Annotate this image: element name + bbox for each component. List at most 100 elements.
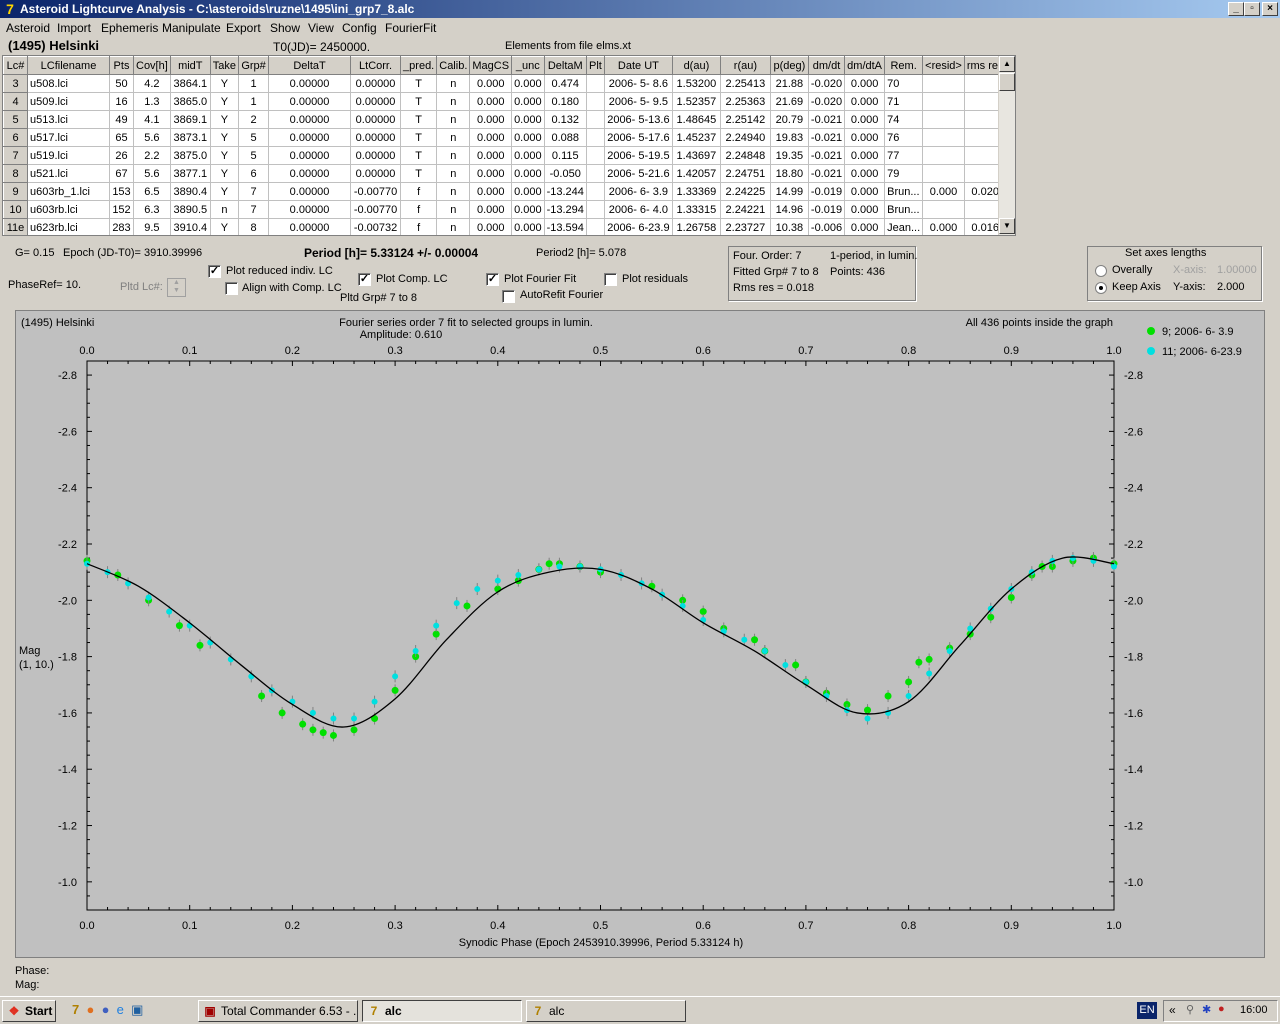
table-cell[interactable]: 7 — [238, 200, 270, 219]
ie-icon[interactable]: e — [117, 1002, 124, 1017]
plot-fourier-checkbox[interactable]: ✓ — [486, 273, 499, 286]
table-cell[interactable]: 14.96 — [770, 200, 809, 219]
table-cell[interactable]: 0.000 — [469, 182, 513, 201]
table-cell[interactable]: 0.000 — [922, 218, 965, 235]
table-cell[interactable]: u509.lci — [27, 92, 110, 111]
table-cell[interactable]: n — [436, 164, 471, 183]
table-cell[interactable]: 3865.0 — [170, 92, 211, 111]
table-cell[interactable]: -0.021 — [808, 110, 846, 129]
table-row[interactable]: 10 u603rb.lci 152 6.3 3890.5 n 7 0.00000 -0.0077… — [3, 200, 1007, 219]
column-header[interactable]: MagCS — [469, 56, 513, 75]
row-header[interactable]: 7 — [3, 146, 28, 165]
table-cell[interactable]: 0.000 — [511, 146, 545, 165]
row-header[interactable]: 11e — [3, 218, 28, 235]
table-cell[interactable]: n — [436, 182, 471, 201]
table-cell[interactable]: 0.000 — [844, 110, 886, 129]
table-cell[interactable]: T — [400, 74, 438, 93]
table-cell[interactable]: 2006- 5- 9.5 — [604, 92, 673, 111]
table-cell[interactable]: 70 — [884, 74, 924, 93]
tray-bluetooth-icon[interactable]: ✱ — [1202, 1003, 1211, 1016]
table-cell[interactable]: 10.38 — [770, 218, 809, 235]
table-cell[interactable]: 0.180 — [544, 92, 587, 111]
table-cell[interactable]: n — [436, 74, 471, 93]
table-cell[interactable]: 0.000 — [844, 92, 886, 111]
table-cell[interactable]: 3864.1 — [170, 74, 211, 93]
column-header[interactable]: Grp# — [238, 56, 270, 75]
column-header[interactable]: DeltaT — [268, 56, 352, 75]
table-cell[interactable]: 0.000 — [844, 74, 886, 93]
table-cell[interactable]: 3910.4 — [170, 218, 211, 235]
table-cell[interactable]: -0.006 — [808, 218, 846, 235]
table-cell[interactable]: 0.000 — [469, 200, 513, 219]
table-cell[interactable]: u623rb.lci — [27, 218, 110, 235]
table-cell[interactable]: 1.33315 — [672, 200, 721, 219]
column-header[interactable]: d(au) — [671, 56, 721, 75]
table-cell[interactable]: 3877.1 — [170, 164, 211, 183]
table-cell[interactable]: n — [210, 200, 240, 219]
epoch-value[interactable]: Epoch (JD-T0)= 3910.39996 — [63, 247, 202, 259]
table-cell[interactable]: 0.000 — [511, 200, 545, 219]
menu-view[interactable]: View — [308, 21, 334, 35]
column-header[interactable]: <resid> — [922, 56, 965, 75]
table-cell[interactable] — [586, 128, 605, 147]
table-cell[interactable]: 0.000 — [469, 110, 513, 129]
phaseref-value[interactable]: PhaseRef= 10. — [8, 279, 81, 291]
table-cell[interactable]: Y — [210, 164, 240, 183]
table-scrollbar[interactable]: ▲ ▼ — [998, 56, 1015, 235]
table-cell[interactable]: T — [400, 92, 438, 111]
row-header[interactable]: 9 — [3, 182, 28, 201]
column-header[interactable]: Take — [209, 56, 240, 75]
xaxis-value[interactable]: 1.00000 — [1217, 264, 1257, 276]
table-cell[interactable]: u603rb.lci — [27, 200, 110, 219]
align-comp-checkbox[interactable] — [225, 282, 238, 295]
table-cell[interactable]: Brun... — [884, 182, 924, 201]
table-cell[interactable]: 21.88 — [770, 74, 809, 93]
language-indicator[interactable]: EN — [1137, 1002, 1157, 1019]
table-cell[interactable]: 0.000 — [844, 182, 886, 201]
table-cell[interactable]: 2006- 5-21.6 — [604, 164, 673, 183]
table-cell[interactable]: 283 — [109, 218, 134, 235]
table-cell[interactable]: 2.24940 — [720, 128, 771, 147]
table-cell[interactable]: 71 — [884, 92, 924, 111]
table-cell[interactable] — [922, 164, 965, 183]
column-header[interactable]: Calib. — [436, 56, 471, 75]
table-cell[interactable]: 1 — [238, 92, 270, 111]
table-cell[interactable]: 6 — [238, 164, 270, 183]
row-header[interactable]: 5 — [3, 110, 28, 129]
table-cell[interactable]: -0.00732 — [350, 218, 402, 235]
table-cell[interactable]: 16 — [109, 92, 134, 111]
table-cell[interactable] — [922, 74, 965, 93]
table-cell[interactable]: -0.00770 — [350, 200, 402, 219]
table-cell[interactable]: n — [436, 146, 471, 165]
table-cell[interactable]: 1.42057 — [672, 164, 721, 183]
table-cell[interactable]: Y — [210, 128, 240, 147]
yaxis-value[interactable]: 2.000 — [1217, 281, 1245, 293]
table-cell[interactable]: 2.24221 — [720, 200, 771, 219]
table-cell[interactable]: 153 — [109, 182, 134, 201]
table-cell[interactable]: 0.000 — [844, 200, 886, 219]
table-cell[interactable]: 0.00000 — [268, 218, 352, 235]
table-cell[interactable]: 7 — [238, 182, 270, 201]
table-cell[interactable]: 49 — [109, 110, 134, 129]
table-row[interactable]: 3 u508.lci 50 4.2 3864.1 Y 1 0.00000 0.00000 Tn 0.… — [3, 74, 1007, 93]
table-cell[interactable]: 19.83 — [770, 128, 809, 147]
plot-residuals-checkbox[interactable] — [604, 273, 617, 286]
tray-antivirus-icon[interactable]: ● — [1218, 1003, 1225, 1015]
column-header[interactable]: midT — [169, 56, 211, 75]
column-header[interactable]: Lc# — [3, 56, 28, 75]
table-cell[interactable]: 5 — [238, 128, 270, 147]
table-cell[interactable]: n — [436, 110, 471, 129]
table-cell[interactable] — [922, 146, 965, 165]
table-cell[interactable]: 1.52357 — [672, 92, 721, 111]
column-header[interactable]: dm/dtA — [844, 56, 886, 75]
menu-fourierfit[interactable]: FourierFit — [385, 21, 436, 35]
task-alc-1[interactable]: 7 alc — [362, 1000, 522, 1022]
table-cell[interactable]: 0.00000 — [268, 92, 352, 111]
table-row[interactable]: 9 u603rb_1.lci 153 6.5 3890.4 Y 7 0.00000 -0.007… — [3, 182, 1007, 201]
table-cell[interactable]: n — [436, 200, 471, 219]
table-row[interactable]: 7 u519.lci 26 2.2 3875.0 Y 5 0.00000 0.00000 Tn 0.… — [3, 146, 1007, 165]
table-cell[interactable]: u508.lci — [27, 74, 110, 93]
table-cell[interactable]: 2006- 5-19.5 — [604, 146, 673, 165]
column-header[interactable]: Cov[h] — [133, 56, 171, 75]
menu-manipulate[interactable]: Manipulate — [162, 21, 221, 35]
